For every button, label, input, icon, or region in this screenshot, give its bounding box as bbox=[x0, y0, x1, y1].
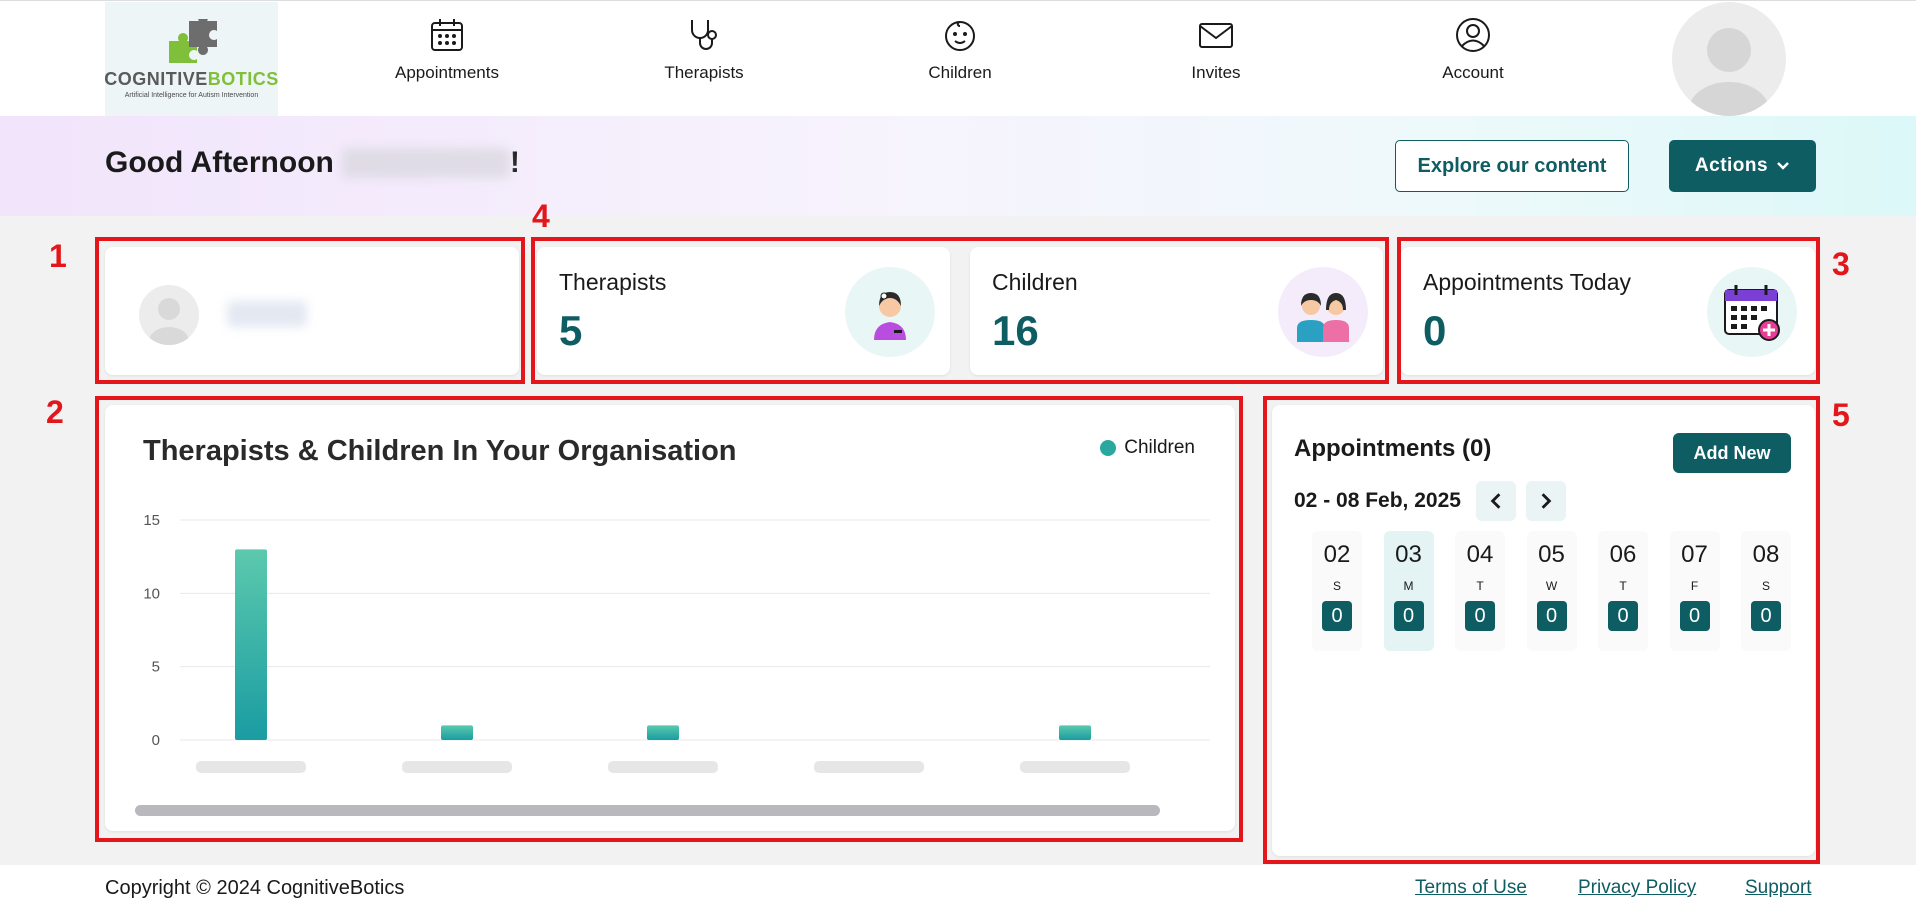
footer: Copyright © 2024 CognitiveBotics Terms o… bbox=[0, 865, 1916, 911]
actions-label: Actions bbox=[1694, 155, 1769, 176]
profile-avatar[interactable] bbox=[1672, 2, 1786, 116]
greeting-banner: Good Afternoon ! Explore our content Act… bbox=[0, 116, 1916, 216]
user-circle-icon bbox=[1456, 18, 1490, 52]
nav-label: Appointments bbox=[395, 63, 499, 82]
explore-content-button[interactable]: Explore our content bbox=[1395, 140, 1629, 192]
nav-label: Account bbox=[1442, 63, 1504, 82]
annotation-box-5 bbox=[1263, 396, 1820, 864]
annotation-label-1: 1 bbox=[49, 238, 67, 274]
terms-of-use-link[interactable]: Terms of Use bbox=[1415, 877, 1527, 899]
copyright-text: Copyright © 2024 CognitiveBotics bbox=[105, 877, 405, 899]
greeting-suffix: ! bbox=[509, 146, 520, 179]
annotation-label-2: 2 bbox=[46, 394, 64, 430]
brand-logo[interactable]: COGNITIVEBOTICS Artificial Intelligence … bbox=[104, 2, 279, 116]
nav-item-appointments[interactable]: Appointments bbox=[367, 17, 527, 83]
user-avatar-icon bbox=[1689, 28, 1769, 116]
calendar-icon bbox=[431, 19, 463, 51]
stethoscope-icon bbox=[691, 20, 717, 50]
actions-button[interactable]: Actions bbox=[1669, 140, 1816, 192]
envelope-icon bbox=[1199, 23, 1233, 48]
annotation-box-3 bbox=[1397, 237, 1820, 384]
annotation-box-4 bbox=[531, 237, 1389, 384]
support-link[interactable]: Support bbox=[1745, 877, 1812, 899]
nav-label: Invites bbox=[1191, 63, 1241, 82]
puzzle-logo-icon bbox=[168, 19, 217, 63]
greeting-text: Good Afternoon ! bbox=[105, 146, 520, 180]
nav-label: Therapists bbox=[664, 63, 744, 82]
nav-item-account[interactable]: Account bbox=[1393, 17, 1553, 83]
nav-item-therapists[interactable]: Therapists bbox=[624, 17, 784, 83]
annotation-label-4: 4 bbox=[532, 198, 550, 234]
nav-label: Children bbox=[928, 63, 992, 82]
annotation-label-3: 3 bbox=[1832, 246, 1850, 282]
nav-item-invites[interactable]: Invites bbox=[1136, 17, 1296, 83]
user-name-redacted bbox=[341, 148, 510, 178]
brand-tagline: Artificial Intelligence for Autism Inter… bbox=[124, 92, 259, 99]
nav-item-children[interactable]: Children bbox=[880, 17, 1040, 83]
top-navigation: COGNITIVEBOTICS Artificial Intelligence … bbox=[0, 0, 1916, 116]
chevron-down-icon bbox=[1777, 162, 1789, 170]
baby-face-icon bbox=[945, 21, 975, 51]
annotation-label-5: 5 bbox=[1832, 397, 1850, 433]
brand-name: COGNITIVEBOTICS bbox=[104, 69, 279, 89]
annotation-box-1 bbox=[95, 237, 525, 384]
greeting-prefix: Good Afternoon bbox=[105, 146, 334, 179]
annotation-box-2 bbox=[95, 396, 1243, 842]
privacy-policy-link[interactable]: Privacy Policy bbox=[1578, 877, 1696, 899]
